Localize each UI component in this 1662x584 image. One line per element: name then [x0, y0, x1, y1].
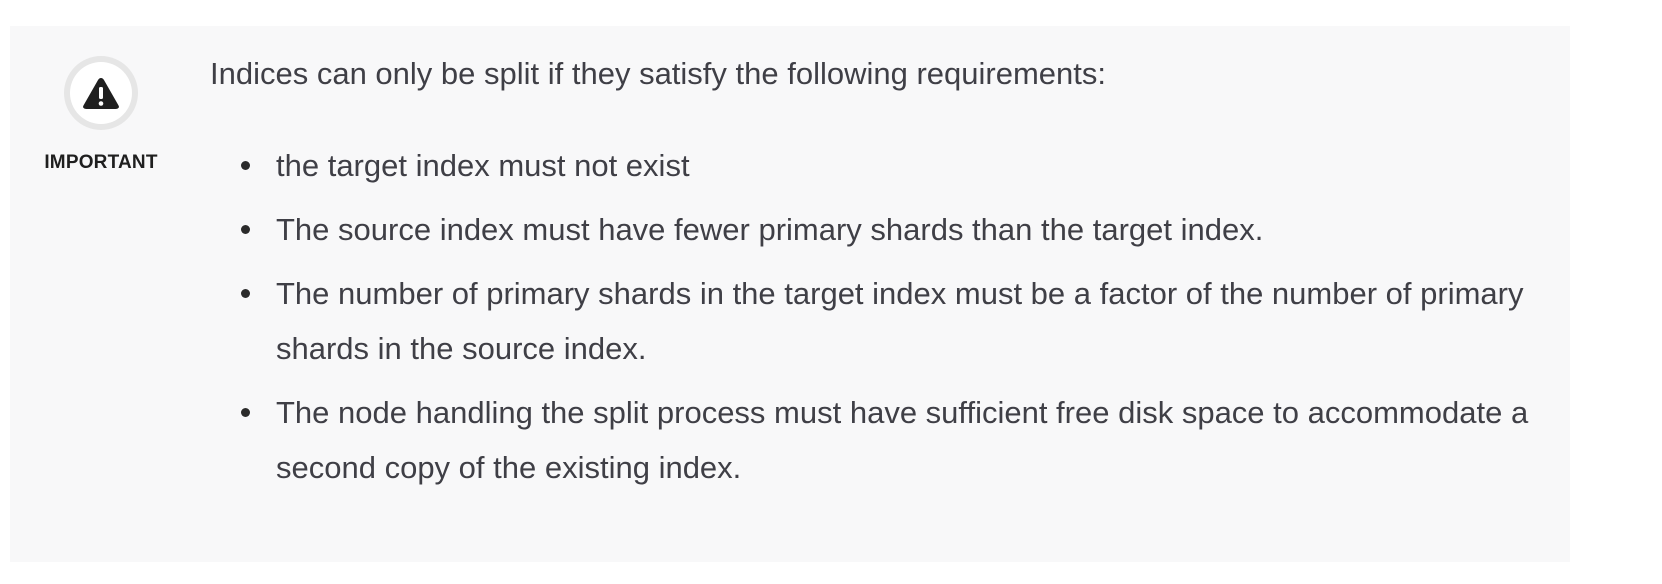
requirement-text: The number of primary shards in the targ… [276, 276, 1524, 366]
list-item: The node handling the split process must… [210, 385, 1550, 495]
requirements-list: the target index must not exist The sour… [210, 138, 1550, 495]
warning-icon-ring [64, 56, 138, 130]
requirement-text: the target index must not exist [276, 148, 690, 183]
bullet-icon [241, 408, 250, 417]
important-callout: IMPORTANT Indices can only be split if t… [10, 26, 1570, 562]
list-item: The number of primary shards in the targ… [210, 266, 1550, 376]
warning-icon-background [70, 62, 132, 124]
list-item: the target index must not exist [210, 138, 1550, 193]
callout-content: Indices can only be split if they satisf… [210, 54, 1550, 504]
requirement-text: The source index must have fewer primary… [276, 212, 1264, 247]
bullet-icon [241, 225, 250, 234]
bullet-icon [241, 289, 250, 298]
callout-label: IMPORTANT [44, 152, 158, 173]
warning-triangle-icon [83, 78, 119, 109]
callout-intro-text: Indices can only be split if they satisf… [210, 56, 1107, 91]
bullet-icon [241, 161, 250, 170]
callout-icon-column: IMPORTANT [26, 56, 176, 174]
list-item: The source index must have fewer primary… [210, 202, 1550, 257]
requirement-text: The node handling the split process must… [276, 395, 1529, 485]
